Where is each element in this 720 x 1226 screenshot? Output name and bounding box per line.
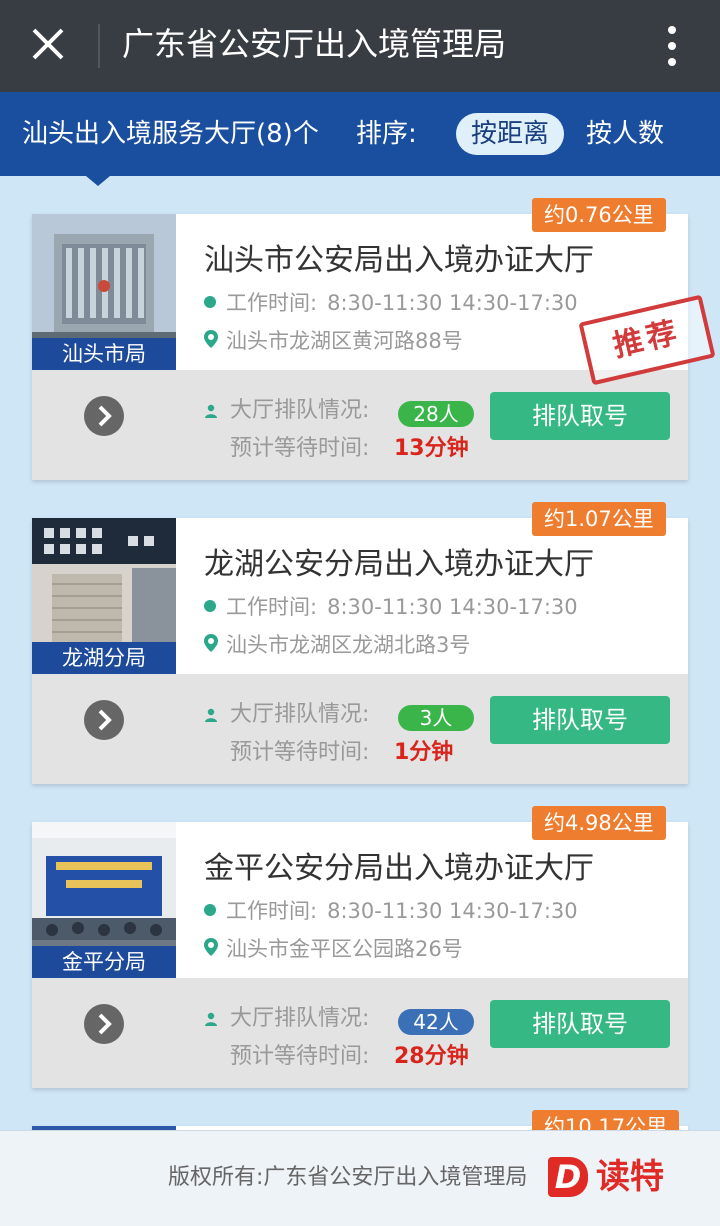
- chevron-right-icon: [98, 709, 112, 731]
- sort-by-distance-button[interactable]: 按距离: [456, 113, 564, 155]
- queue-label: 大厅排队情况:: [230, 702, 370, 727]
- sort-by-people-button[interactable]: 按人数: [586, 114, 664, 154]
- hall-name[interactable]: 金平公安分局出入境办证大厅: [204, 848, 594, 890]
- clock-icon: [204, 904, 216, 916]
- location-pin-icon: [204, 938, 218, 956]
- queue-panel: 大厅排队情况: 3人 预计等待时间: 1分钟 排队取号: [32, 674, 688, 784]
- wait-label: 预计等待时间:: [230, 740, 370, 765]
- close-icon[interactable]: [28, 24, 68, 64]
- address-row: 汕头市龙湖区龙湖北路3号: [204, 630, 470, 660]
- distance-badge: 约0.76公里: [532, 198, 666, 232]
- hours-label: 工作时间:: [226, 899, 318, 923]
- hall-card[interactable]: 金平分局 金平公安分局出入境办证大厅 工作时间: 8:30-11:30 14:30…: [32, 822, 688, 1088]
- location-pin-icon: [204, 634, 218, 652]
- clock-icon: [204, 600, 216, 612]
- wait-label: 预计等待时间:: [230, 1044, 370, 1069]
- chevron-right-icon: [98, 1013, 112, 1035]
- address-row: 汕头市龙湖区黄河路88号: [204, 326, 463, 356]
- queue-label: 大厅排队情况:: [230, 398, 370, 423]
- hours-row: 工作时间: 8:30-11:30 14:30-17:30: [204, 592, 578, 622]
- clock-icon: [204, 296, 216, 308]
- sort-label: 排序:: [356, 119, 417, 149]
- hours-row: 工作时间: 8:30-11:30 14:30-17:30: [204, 896, 578, 926]
- queue-count-badge: 3人: [398, 705, 474, 731]
- queue-panel: 大厅排队情况: 28人 预计等待时间: 13分钟 排队取号: [32, 370, 688, 480]
- photo-label: 龙湖分局: [32, 642, 176, 674]
- take-number-button[interactable]: 排队取号: [490, 1000, 670, 1048]
- hall-photo: 龙湖分局: [32, 518, 176, 674]
- hours-label: 工作时间:: [226, 595, 318, 619]
- wait-time: 1分钟: [394, 740, 454, 765]
- hours-label: 工作时间:: [226, 291, 318, 315]
- address-value: 汕头市龙湖区龙湖北路3号: [226, 633, 471, 657]
- queue-panel: 大厅排队情况: 42人 预计等待时间: 28分钟 排队取号: [32, 978, 688, 1088]
- address-row: 汕头市金平区公园路26号: [204, 934, 463, 964]
- footer: 版权所有:广东省公安厅出入境管理局 D 读特: [0, 1130, 720, 1226]
- take-number-button[interactable]: 排队取号: [490, 392, 670, 440]
- wait-time: 28分钟: [394, 1044, 469, 1069]
- hall-name[interactable]: 汕头市公安局出入境办证大厅: [204, 240, 594, 282]
- top-app-bar: 广东省公安厅出入境管理局: [0, 0, 720, 92]
- person-icon: [205, 708, 217, 722]
- location-pin-icon: [204, 330, 218, 348]
- filter-bar: 汕头出入境服务大厅(8)个 排序: 按距离 按人数: [0, 92, 720, 186]
- chevron-right-icon: [98, 405, 112, 427]
- hall-name[interactable]: 龙湖公安分局出入境办证大厅: [204, 544, 594, 586]
- queue-label: 大厅排队情况:: [230, 1006, 370, 1031]
- take-number-button[interactable]: 排队取号: [490, 696, 670, 744]
- copyright-text: 版权所有:广东省公安厅出入境管理局: [168, 1165, 528, 1190]
- wait-time: 13分钟: [394, 436, 469, 461]
- address-value: 汕头市金平区公园路26号: [226, 937, 463, 961]
- address-value: 汕头市龙湖区黄河路88号: [226, 329, 463, 353]
- photo-label: 汕头市局: [32, 338, 176, 370]
- hours-value: 8:30-11:30 14:30-17:30: [327, 899, 578, 923]
- header-divider: [98, 24, 100, 68]
- hours-row: 工作时间: 8:30-11:30 14:30-17:30: [204, 288, 578, 318]
- hall-photo: 汕头市局: [32, 214, 176, 370]
- wait-label: 预计等待时间:: [230, 436, 370, 461]
- hall-card[interactable]: 龙湖分局 龙湖公安分局出入境办证大厅 工作时间: 8:30-11:30 14:30…: [32, 518, 688, 784]
- hours-value: 8:30-11:30 14:30-17:30: [327, 291, 578, 315]
- more-icon[interactable]: [660, 24, 684, 68]
- expand-button[interactable]: [84, 1004, 124, 1044]
- hall-photo: 金平分局: [32, 822, 176, 978]
- distance-badge: 约4.98公里: [532, 806, 666, 840]
- page-title: 广东省公安厅出入境管理局: [122, 25, 507, 63]
- hall-count-dropdown[interactable]: 汕头出入境服务大厅(8)个: [22, 114, 319, 154]
- distance-badge: 约1.07公里: [532, 502, 666, 536]
- logo-letter: D: [548, 1157, 588, 1197]
- expand-button[interactable]: [84, 396, 124, 436]
- logo-text: 读特: [596, 1157, 664, 1197]
- person-icon: [205, 1012, 217, 1026]
- photo-label: 金平分局: [32, 946, 176, 978]
- queue-count-badge: 28人: [398, 401, 474, 427]
- dropdown-pointer: [86, 176, 110, 186]
- person-icon: [205, 404, 217, 418]
- hours-value: 8:30-11:30 14:30-17:30: [327, 595, 578, 619]
- queue-count-badge: 42人: [398, 1009, 474, 1035]
- expand-button[interactable]: [84, 700, 124, 740]
